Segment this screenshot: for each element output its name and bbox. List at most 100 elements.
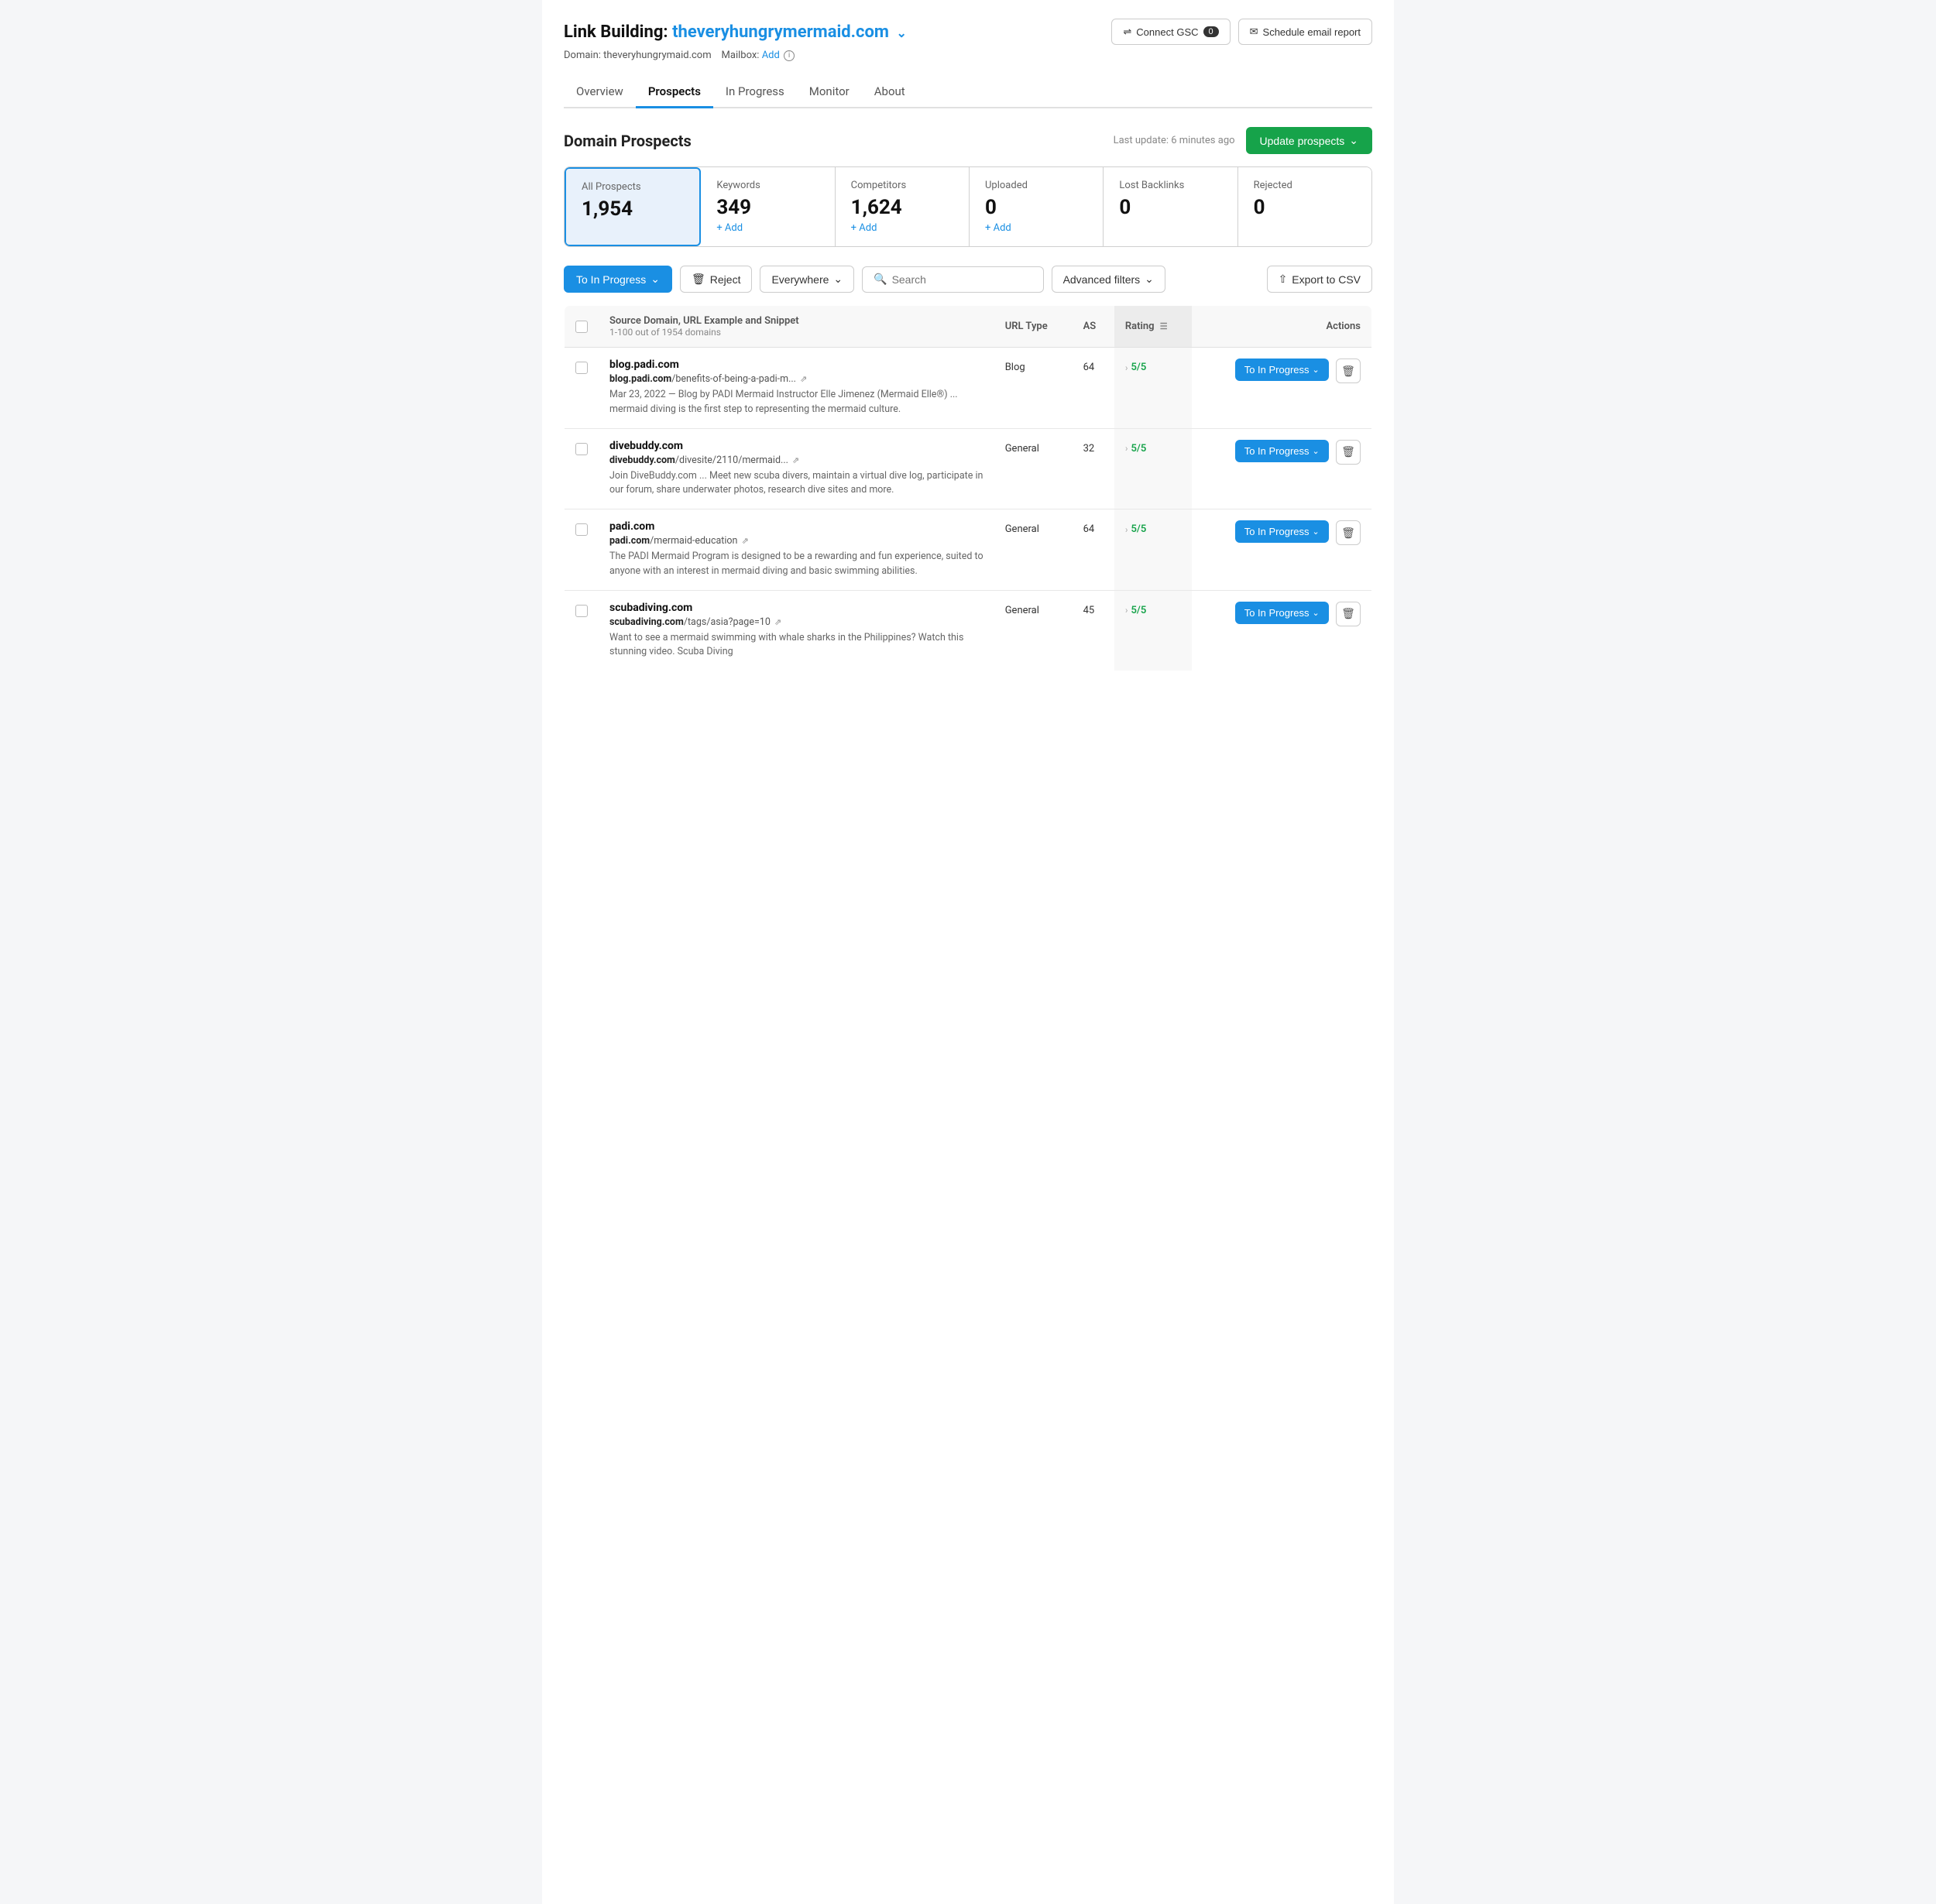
mailbox-add-link[interactable]: Add — [762, 50, 780, 61]
update-prospects-button[interactable]: Update prospects ⌄ — [1246, 127, 1372, 154]
external-link-icon[interactable]: ⇗ — [792, 455, 799, 465]
tab-in-progress[interactable]: In Progress — [713, 77, 797, 108]
stat-card-all-prospects[interactable]: All Prospects 1,954 — [565, 167, 701, 246]
stat-card-uploaded[interactable]: Uploaded 0 + Add — [970, 167, 1104, 246]
stat-card-competitors[interactable]: Competitors 1,624 + Add — [836, 167, 970, 246]
row-url-0[interactable]: blog.padi.com/benefits-of-being-a-padi-m… — [609, 373, 983, 385]
row-as-0: 64 — [1073, 348, 1114, 429]
rating-expand-icon[interactable]: › — [1125, 443, 1128, 454]
row-delete-button-0[interactable]: 🗑 — [1336, 359, 1361, 383]
row-as-3: 45 — [1073, 590, 1114, 671]
stat-label-rejected: Rejected — [1254, 180, 1356, 191]
to-in-progress-button[interactable]: To In Progress ⌄ — [564, 266, 672, 293]
row-snippet-2: The PADI Mermaid Program is designed to … — [609, 550, 983, 579]
domain-link[interactable]: theveryhungrymermaid.com — [672, 22, 889, 42]
rating-expand-icon[interactable]: › — [1125, 605, 1128, 616]
tab-monitor[interactable]: Monitor — [797, 77, 862, 108]
search-input[interactable] — [892, 273, 1032, 286]
stat-add-competitors[interactable]: + Add — [851, 222, 953, 234]
advanced-filters-button[interactable]: Advanced filters ⌄ — [1052, 266, 1165, 293]
rating-sort-icon: ☰ — [1160, 321, 1168, 331]
table-row: padi.com padi.com/mermaid-education ⇗ Th… — [565, 509, 1372, 591]
stat-label-competitors: Competitors — [851, 180, 953, 191]
row-action-button-2[interactable]: To In Progress ⌄ — [1235, 520, 1329, 543]
row-action-button-1[interactable]: To In Progress ⌄ — [1235, 440, 1329, 462]
gsc-badge: 0 — [1203, 26, 1219, 37]
th-rating[interactable]: Rating ☰ — [1114, 306, 1193, 348]
row-actions-0: To In Progress ⌄ 🗑 — [1192, 348, 1371, 429]
row-type-3: General — [994, 590, 1073, 671]
table-row: scubadiving.com scubadiving.com/tags/asi… — [565, 590, 1372, 671]
row-rating-score-0: 5/5 — [1131, 362, 1146, 373]
section-header: Domain Prospects Last update: 6 minutes … — [564, 127, 1372, 154]
stat-card-keywords[interactable]: Keywords 349 + Add — [701, 167, 835, 246]
row-source-0: blog.padi.com blog.padi.com/benefits-of-… — [599, 348, 994, 429]
row-as-1: 32 — [1073, 428, 1114, 509]
stats-row: All Prospects 1,954 Keywords 349 + Add C… — [564, 166, 1372, 247]
row-type-1: General — [994, 428, 1073, 509]
search-box[interactable]: 🔍 — [862, 266, 1043, 293]
prospects-table: Source Domain, URL Example and Snippet 1… — [564, 305, 1372, 671]
domain-chevron-icon[interactable]: ⌄ — [896, 26, 906, 40]
schedule-email-button[interactable]: ✉ Schedule email report — [1238, 19, 1372, 45]
stat-label-all: All Prospects — [582, 181, 684, 193]
reject-button[interactable]: 🗑 Reject — [680, 266, 752, 293]
tabs: Overview Prospects In Progress Monitor A… — [564, 77, 1372, 108]
sub-header: Domain: theveryhungrymaid.com Mailbox: A… — [564, 50, 1372, 61]
stat-value-competitors: 1,624 — [851, 196, 953, 219]
row-actions-1: To In Progress ⌄ 🗑 — [1192, 428, 1371, 509]
action-chevron-icon: ⌄ — [1313, 365, 1320, 375]
stat-label-lost: Lost Backlinks — [1119, 180, 1221, 191]
export-csv-button[interactable]: ⇧ Export to CSV — [1267, 266, 1372, 293]
stat-value-lost: 0 — [1119, 196, 1221, 219]
row-domain-3: scubadiving.com — [609, 602, 983, 614]
row-url-1[interactable]: divebuddy.com/divesite/2110/mermaid... ⇗ — [609, 455, 983, 466]
th-source: Source Domain, URL Example and Snippet 1… — [599, 306, 994, 348]
update-chevron-icon: ⌄ — [1349, 134, 1358, 147]
everywhere-chevron-icon: ⌄ — [833, 273, 843, 286]
external-link-icon[interactable]: ⇗ — [800, 374, 807, 384]
row-snippet-3: Want to see a mermaid swimming with whal… — [609, 631, 983, 660]
tab-about[interactable]: About — [862, 77, 918, 108]
row-action-button-3[interactable]: To In Progress ⌄ — [1235, 602, 1329, 624]
table-header: Source Domain, URL Example and Snippet 1… — [565, 306, 1372, 348]
select-all-checkbox[interactable] — [575, 321, 588, 333]
row-delete-button-1[interactable]: 🗑 — [1336, 440, 1361, 465]
row-url-2[interactable]: padi.com/mermaid-education ⇗ — [609, 535, 983, 547]
row-checkbox-1[interactable] — [575, 443, 588, 455]
row-delete-button-3[interactable]: 🗑 — [1336, 602, 1361, 626]
section-header-right: Last update: 6 minutes ago Update prospe… — [1114, 127, 1372, 154]
row-checkbox-0[interactable] — [575, 362, 588, 374]
row-checkbox-2[interactable] — [575, 523, 588, 536]
row-url-3[interactable]: scubadiving.com/tags/asia?page=10 ⇗ — [609, 616, 983, 628]
row-as-2: 64 — [1073, 509, 1114, 591]
row-delete-button-2[interactable]: 🗑 — [1336, 520, 1361, 545]
row-action-button-0[interactable]: To In Progress ⌄ — [1235, 359, 1329, 381]
info-icon[interactable]: i — [784, 50, 795, 61]
external-link-icon[interactable]: ⇗ — [774, 617, 781, 627]
row-actions-2: To In Progress ⌄ 🗑 — [1192, 509, 1371, 591]
row-source-1: divebuddy.com divebuddy.com/divesite/211… — [599, 428, 994, 509]
stat-card-lost-backlinks[interactable]: Lost Backlinks 0 — [1104, 167, 1237, 246]
tab-prospects[interactable]: Prospects — [636, 77, 713, 108]
stat-add-keywords[interactable]: + Add — [716, 222, 819, 234]
search-icon: 🔍 — [874, 273, 887, 286]
connect-gsc-button[interactable]: ⇌ Connect GSC 0 — [1111, 19, 1230, 45]
table-row: divebuddy.com divebuddy.com/divesite/211… — [565, 428, 1372, 509]
external-link-icon[interactable]: ⇗ — [742, 536, 749, 546]
stat-add-uploaded[interactable]: + Add — [985, 222, 1087, 234]
rating-expand-icon[interactable]: › — [1125, 524, 1128, 535]
export-icon: ⇧ — [1279, 273, 1288, 286]
tab-overview[interactable]: Overview — [564, 77, 636, 108]
row-rating-3: › 5/5 — [1114, 590, 1193, 671]
rating-expand-icon[interactable]: › — [1125, 362, 1128, 373]
stat-card-rejected[interactable]: Rejected 0 — [1238, 167, 1371, 246]
page-title: Link Building: theveryhungrymermaid.com … — [564, 22, 907, 42]
row-checkbox-3[interactable] — [575, 605, 588, 617]
header-actions: ⇌ Connect GSC 0 ✉ Schedule email report — [1111, 19, 1372, 45]
adv-filters-chevron-icon: ⌄ — [1145, 273, 1154, 286]
row-check-0 — [565, 348, 599, 429]
everywhere-dropdown[interactable]: Everywhere ⌄ — [760, 266, 854, 293]
row-rating-score-3: 5/5 — [1131, 605, 1146, 616]
th-as: AS — [1073, 306, 1114, 348]
